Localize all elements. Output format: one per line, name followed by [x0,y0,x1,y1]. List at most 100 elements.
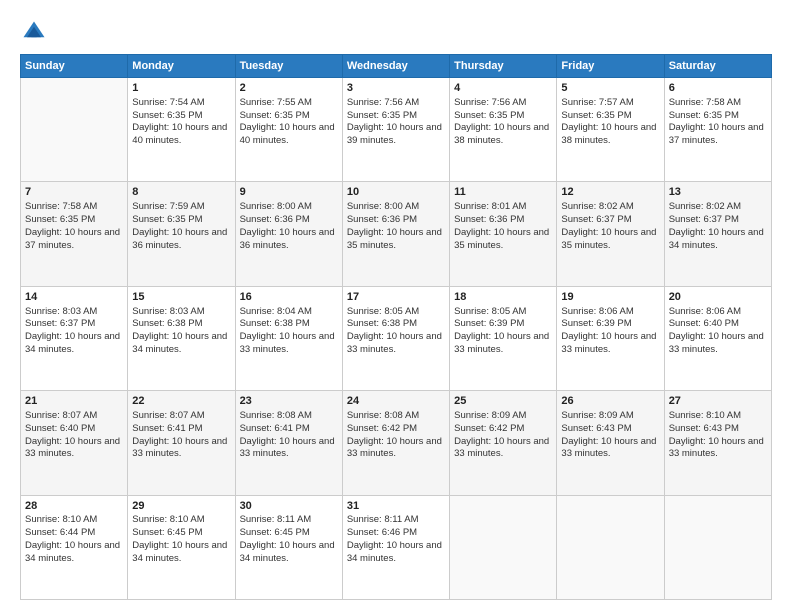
calendar-table: Sunday Monday Tuesday Wednesday Thursday… [20,54,772,600]
day-number: 7 [25,185,123,200]
daylight-text: Daylight: 10 hours and 33 minutes. [25,436,120,460]
daylight-text: Daylight: 10 hours and 33 minutes. [669,436,764,460]
sunrise-text: Sunrise: 8:09 AM [561,410,633,421]
daylight-text: Daylight: 10 hours and 38 minutes. [454,122,549,146]
calendar-cell: 2Sunrise: 7:55 AMSunset: 6:35 PMDaylight… [235,78,342,182]
week-row-5: 28Sunrise: 8:10 AMSunset: 6:44 PMDayligh… [21,495,772,599]
col-saturday: Saturday [664,55,771,78]
sunrise-text: Sunrise: 8:03 AM [132,306,204,317]
sunset-text: Sunset: 6:41 PM [132,423,202,434]
daylight-text: Daylight: 10 hours and 33 minutes. [347,331,442,355]
day-number: 5 [561,81,659,96]
sunset-text: Sunset: 6:46 PM [347,527,417,538]
sunrise-text: Sunrise: 8:01 AM [454,201,526,212]
week-row-3: 14Sunrise: 8:03 AMSunset: 6:37 PMDayligh… [21,286,772,390]
sunrise-text: Sunrise: 7:58 AM [25,201,97,212]
sunset-text: Sunset: 6:36 PM [454,214,524,225]
sunset-text: Sunset: 6:43 PM [561,423,631,434]
sunrise-text: Sunrise: 8:07 AM [132,410,204,421]
sunset-text: Sunset: 6:35 PM [347,110,417,121]
day-number: 4 [454,81,552,96]
header [20,18,772,46]
day-number: 31 [347,499,445,514]
logo [20,18,52,46]
sunset-text: Sunset: 6:43 PM [669,423,739,434]
day-number: 10 [347,185,445,200]
calendar-cell: 30Sunrise: 8:11 AMSunset: 6:45 PMDayligh… [235,495,342,599]
daylight-text: Daylight: 10 hours and 34 minutes. [25,331,120,355]
daylight-text: Daylight: 10 hours and 37 minutes. [669,122,764,146]
calendar-cell: 19Sunrise: 8:06 AMSunset: 6:39 PMDayligh… [557,286,664,390]
calendar-cell: 10Sunrise: 8:00 AMSunset: 6:36 PMDayligh… [342,182,449,286]
day-number: 16 [240,290,338,305]
sunrise-text: Sunrise: 7:55 AM [240,97,312,108]
day-number: 1 [132,81,230,96]
calendar-cell: 12Sunrise: 8:02 AMSunset: 6:37 PMDayligh… [557,182,664,286]
sunrise-text: Sunrise: 8:02 AM [669,201,741,212]
col-wednesday: Wednesday [342,55,449,78]
daylight-text: Daylight: 10 hours and 33 minutes. [669,331,764,355]
calendar-cell: 11Sunrise: 8:01 AM Sunset: 6:36 PM Dayligh… [450,182,557,286]
calendar-cell: 7Sunrise: 7:58 AMSunset: 6:35 PMDaylight… [21,182,128,286]
sunrise-text: Sunrise: 7:56 AM [454,97,526,108]
sunrise-text: Sunrise: 8:08 AM [347,410,419,421]
sunrise-text: Sunrise: 7:54 AM [132,97,204,108]
daylight-text: Daylight: 10 hours and 34 minutes. [669,227,764,251]
day-number: 15 [132,290,230,305]
calendar-cell [557,495,664,599]
sunrise-text: Sunrise: 8:06 AM [669,306,741,317]
calendar-cell [21,78,128,182]
sunrise-text: Sunrise: 7:58 AM [669,97,741,108]
sunrise-text: Sunrise: 8:08 AM [240,410,312,421]
calendar-cell: 24Sunrise: 8:08 AMSunset: 6:42 PMDayligh… [342,391,449,495]
calendar-cell [664,495,771,599]
calendar-cell: 14Sunrise: 8:03 AMSunset: 6:37 PMDayligh… [21,286,128,390]
sunrise-text: Sunrise: 8:07 AM [25,410,97,421]
day-number: 12 [561,185,659,200]
col-sunday: Sunday [21,55,128,78]
daylight-text: Daylight: 10 hours and 33 minutes. [561,331,656,355]
sunset-text: Sunset: 6:39 PM [561,318,631,329]
sunrise-text: Sunrise: 7:57 AM [561,97,633,108]
daylight-text: Daylight: 10 hours and 40 minutes. [132,122,227,146]
sunset-text: Sunset: 6:37 PM [561,214,631,225]
daylight-text: Daylight: 10 hours and 35 minutes. [454,227,549,251]
col-tuesday: Tuesday [235,55,342,78]
day-number: 8 [132,185,230,200]
calendar-cell: 17Sunrise: 8:05 AMSunset: 6:38 PMDayligh… [342,286,449,390]
daylight-text: Daylight: 10 hours and 33 minutes. [454,436,549,460]
calendar-cell: 28Sunrise: 8:10 AMSunset: 6:44 PMDayligh… [21,495,128,599]
calendar-cell: 3Sunrise: 7:56 AMSunset: 6:35 PMDaylight… [342,78,449,182]
daylight-text: Daylight: 10 hours and 35 minutes. [347,227,442,251]
daylight-text: Daylight: 10 hours and 33 minutes. [240,436,335,460]
col-monday: Monday [128,55,235,78]
sunrise-text: Sunrise: 8:10 AM [25,514,97,525]
day-number: 14 [25,290,123,305]
day-number: 2 [240,81,338,96]
header-row: Sunday Monday Tuesday Wednesday Thursday… [21,55,772,78]
day-number: 13 [669,185,767,200]
sunrise-text: Sunrise: 8:05 AM [454,306,526,317]
daylight-text: Daylight: 10 hours and 34 minutes. [347,540,442,564]
sunset-text: Sunset: 6:38 PM [347,318,417,329]
sunset-text: Sunset: 6:35 PM [132,214,202,225]
day-number: 18 [454,290,552,305]
sunset-text: Sunset: 6:40 PM [669,318,739,329]
day-number: 11 [454,185,552,200]
calendar-cell: 20Sunrise: 8:06 AMSunset: 6:40 PMDayligh… [664,286,771,390]
day-number: 29 [132,499,230,514]
daylight-text: Daylight: 10 hours and 35 minutes. [561,227,656,251]
sunrise-text: Sunrise: 8:04 AM [240,306,312,317]
sunrise-text: Sunrise: 8:10 AM [669,410,741,421]
week-row-2: 7Sunrise: 7:58 AM Sunset: 6:35 PM Daylight… [21,182,772,286]
daylight-text: Daylight: 10 hours and 39 minutes. [347,122,442,146]
day-number: 27 [669,394,767,409]
daylight-text: Daylight: 10 hours and 36 minutes. [132,227,227,251]
sunset-text: Sunset: 6:38 PM [240,318,310,329]
calendar-cell: 15Sunrise: 8:03 AMSunset: 6:38 PMDayligh… [128,286,235,390]
day-number: 30 [240,499,338,514]
day-number: 22 [132,394,230,409]
daylight-text: Daylight: 10 hours and 40 minutes. [240,122,335,146]
daylight-text: Daylight: 10 hours and 36 minutes. [240,227,335,251]
sunset-text: Sunset: 6:35 PM [25,214,95,225]
